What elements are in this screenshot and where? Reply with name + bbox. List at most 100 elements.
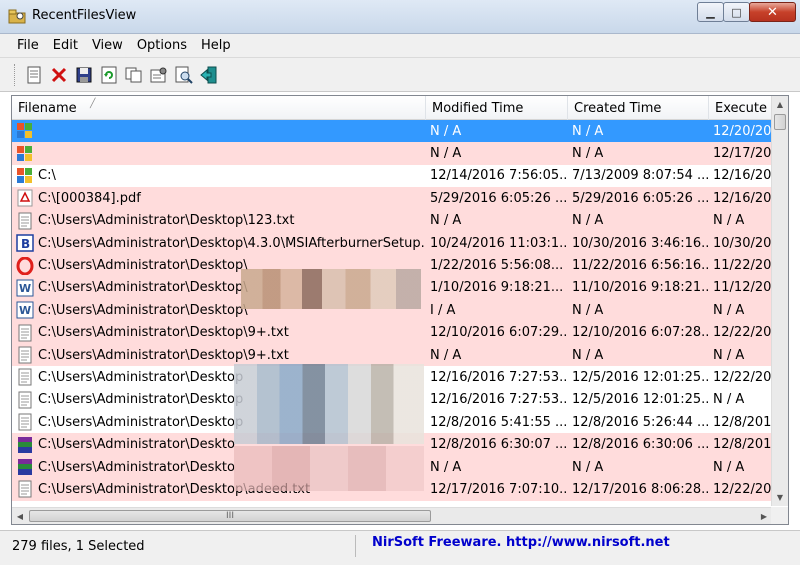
column-created-time[interactable]: Created Time [568,96,709,120]
save-icon [76,67,92,82]
properties-icon [27,66,41,83]
modified-time-cell: N / A [430,459,462,475]
table-row[interactable]: N / A N / A 12/17/201 [12,142,772,165]
toolbar-grip [14,63,17,86]
status-bar: 279 files, 1 Selected NirSoft Freeware. … [0,530,800,565]
menu-edit[interactable]: Edit [46,38,85,53]
modified-time-cell: N / A [430,146,462,162]
execute-time-cell: N / A [713,213,745,229]
options-button[interactable] [148,64,170,86]
maximize-button[interactable]: □ [723,2,750,22]
scroll-left-icon[interactable]: ◀ [12,508,28,524]
delete-icon [51,67,67,82]
created-time-cell: 12/17/2016 8:06:28... [572,481,709,497]
text-file-icon [16,368,34,386]
table-row[interactable]: B C:\Users\Administrator\Desktop\4.3.0\MS… [12,231,772,255]
execute-time-cell: N / A [713,347,745,363]
modified-time-cell: 12/17/2016 7:07:10... [430,481,568,497]
menu-view[interactable]: View [85,38,130,53]
scroll-right-icon[interactable]: ▶ [756,508,772,524]
save-button[interactable] [73,64,95,86]
filename-text: C:\[000384].pdf [38,190,141,206]
execute-time-cell: 12/20/201 [713,123,772,139]
filename-text: C:\Users\Administrator\Deskto [38,437,235,453]
refresh-icon [101,66,117,83]
scroll-down-icon[interactable]: ▼ [772,489,788,506]
list-header: Filename ╱ Modified Time Created Time Ex… [12,96,772,120]
execute-time-cell: N / A [713,459,745,475]
winrar-icon [16,458,34,476]
file-list[interactable]: Filename ╱ Modified Time Created Time Ex… [11,95,789,525]
created-time-cell: 12/5/2016 12:01:25... [572,369,709,385]
sort-ascending-icon: ╱ [90,99,96,109]
created-time-cell: 12/10/2016 6:07:28... [572,325,709,341]
filename-cell: C:\Users\Administrator\Desktop\9+.txt [12,346,426,364]
horizontal-scrollbar[interactable]: ◀ III ▶ [12,507,772,524]
created-time-cell: 12/8/2016 6:30:06 ... [572,437,709,453]
redacted-region [241,269,421,309]
menu-file[interactable]: File [10,38,46,53]
filename-cell [12,145,426,163]
exit-button[interactable] [198,64,220,86]
table-row[interactable]: N / A N / A 12/20/201 [12,120,772,143]
filename-text: C:\Users\Administrator\Desktop\9+.txt [38,325,289,341]
modified-time-cell: 12/10/2016 6:07:29... [430,325,568,341]
close-button[interactable]: ✕ [749,2,796,22]
pdf-icon [16,189,34,207]
table-row[interactable]: C:\ 12/14/2016 7:56:05... 7/13/2009 8:07:5… [12,164,772,188]
table-row[interactable]: C:\Users\Administrator\Desktop\123.txt N … [12,209,772,232]
execute-time-cell: 12/22/201 [713,481,772,497]
modified-time-cell: 12/14/2016 7:56:05... [430,168,568,184]
filename-cell: C:\Users\Administrator\Desktop\9+.txt [12,324,426,342]
column-modified-time[interactable]: Modified Time [426,96,568,120]
scrollbar-corner [771,507,788,524]
created-time-cell: 5/29/2016 6:05:26 ... [572,190,709,206]
delete-button[interactable] [48,64,70,86]
menu-help[interactable]: Help [194,38,238,53]
column-filename-label: Filename [18,100,77,116]
refresh-button[interactable] [98,64,120,86]
copy-icon [125,67,142,82]
execute-time-cell: 12/16/201 [713,190,772,206]
opera-icon [16,256,34,275]
table-row[interactable]: C:\Users\Administrator\Desktop\9+.txt 12/… [12,321,772,344]
modified-time-cell: 12/16/2016 7:27:53... [430,369,568,385]
filename-cell: C:\ [12,167,426,185]
filename-cell: C:\[000384].pdf [12,189,426,207]
execute-time-cell: N / A [713,302,745,318]
word-doc-icon: W [16,279,34,297]
filename-text: C:\Users\Administrator\Desktop\123.txt [38,213,295,229]
word-doc-icon: W [16,301,34,319]
table-row[interactable]: C:\Users\Administrator\Desktop\9+.txt N /… [12,343,772,367]
menu-options[interactable]: Options [130,38,194,53]
copy-button[interactable] [123,64,145,86]
modified-time-cell: 12/16/2016 7:27:53... [430,392,568,408]
find-button[interactable] [173,64,195,86]
text-file-icon [16,346,34,364]
column-execute-label: Execute T [715,100,771,116]
column-execute-time[interactable]: Execute T [709,96,772,120]
created-time-cell: 11/10/2016 9:18:21... [572,280,709,296]
filename-cell: C:\Users\Administrator\Desktop\123.txt [12,212,426,230]
column-filename[interactable]: Filename ╱ [12,96,426,120]
table-row[interactable]: C:\[000384].pdf 5/29/2016 6:05:26 ... 5/29… [12,187,772,210]
vertical-scroll-thumb[interactable] [774,114,786,130]
vertical-scrollbar[interactable]: ▲ ▼ [771,96,788,506]
minimize-button[interactable]: ▁ [697,2,724,22]
redacted-region [234,446,424,491]
created-time-cell: 12/8/2016 5:26:44 ... [572,414,709,430]
toolbar [0,58,800,92]
scroll-up-icon[interactable]: ▲ [772,96,788,113]
execute-time-cell: 12/22/201 [713,325,772,341]
menu-bar: File Edit View Options Help [0,34,800,58]
execute-time-cell: 12/17/201 [713,146,772,162]
svg-text:W: W [19,282,31,295]
execute-time-cell: 10/30/201 [713,235,772,251]
nirsoft-link[interactable]: NirSoft Freeware. http://www.nirsoft.net [372,535,670,550]
maximize-icon: □ [731,5,742,19]
filename-text: C:\Users\Administrator\Deskto [38,459,235,475]
filename-cell: B C:\Users\Administrator\Desktop\4.3.0\MS… [12,234,426,252]
properties-button[interactable] [23,64,45,86]
modified-time-cell: 10/24/2016 11:03:1... [430,235,568,251]
horizontal-scroll-thumb[interactable]: III [29,510,431,522]
